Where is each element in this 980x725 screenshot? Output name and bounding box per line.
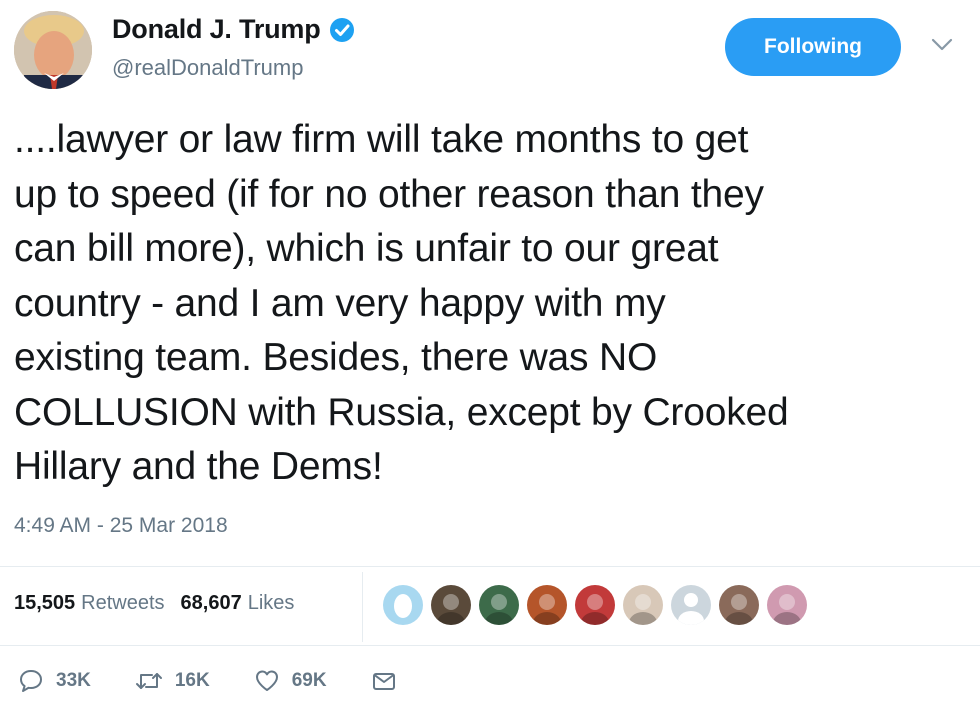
default-avatar-icon[interactable]	[671, 585, 711, 625]
reply-icon	[20, 670, 42, 692]
direct-message-button[interactable]	[371, 668, 397, 694]
retweet-count: 16K	[174, 670, 210, 691]
user-avatar-icon[interactable]	[527, 585, 567, 625]
likes-count: 68,607	[180, 592, 242, 614]
user-avatar-icon[interactable]	[719, 585, 759, 625]
tweet-stats: 15,505 Retweets 68,607 Likes	[14, 592, 294, 615]
user-avatar-icon[interactable]	[623, 585, 663, 625]
author-handle[interactable]: @realDonaldTrump	[112, 55, 303, 81]
likes-label: Likes	[247, 592, 295, 614]
tweet-actions: 33K 16K 69K	[18, 668, 441, 694]
egg-avatar-icon[interactable]	[383, 585, 423, 625]
verified-badge-icon	[329, 17, 355, 43]
heart-icon	[255, 670, 278, 691]
reply-count: 33K	[56, 670, 91, 691]
user-avatar-icon[interactable]	[431, 585, 471, 625]
likes-stat[interactable]: 68,607 Likes	[181, 592, 295, 615]
stats-divider	[362, 572, 363, 642]
liker-avatars	[383, 585, 815, 625]
author-avatar-image	[14, 11, 92, 89]
like-count: 69K	[291, 670, 327, 691]
retweets-count: 15,505	[14, 592, 76, 614]
author-avatar[interactable]	[14, 11, 92, 89]
following-button[interactable]: Following	[725, 18, 901, 76]
author-name[interactable]: Donald J. Trump	[112, 14, 321, 45]
divider	[0, 645, 980, 646]
user-avatar-icon[interactable]	[767, 585, 807, 625]
retweets-label: Retweets	[81, 592, 165, 614]
tweet-text: ....lawyer or law firm will take months …	[14, 118, 789, 488]
retweet-button[interactable]: 16K	[135, 668, 210, 694]
user-avatar-icon[interactable]	[479, 585, 519, 625]
retweet-icon	[135, 673, 162, 689]
author-name-row: Donald J. Trump	[112, 14, 355, 45]
user-avatar-icon[interactable]	[575, 585, 615, 625]
reply-button[interactable]: 33K	[18, 668, 91, 694]
like-button[interactable]: 69K	[254, 668, 327, 694]
retweets-stat[interactable]: 15,505 Retweets	[14, 592, 165, 615]
tweet-timestamp[interactable]: 4:49 AM - 25 Mar 2018	[14, 514, 228, 538]
chevron-down-icon[interactable]	[931, 38, 953, 52]
divider	[0, 566, 980, 567]
envelope-icon	[372, 673, 395, 690]
